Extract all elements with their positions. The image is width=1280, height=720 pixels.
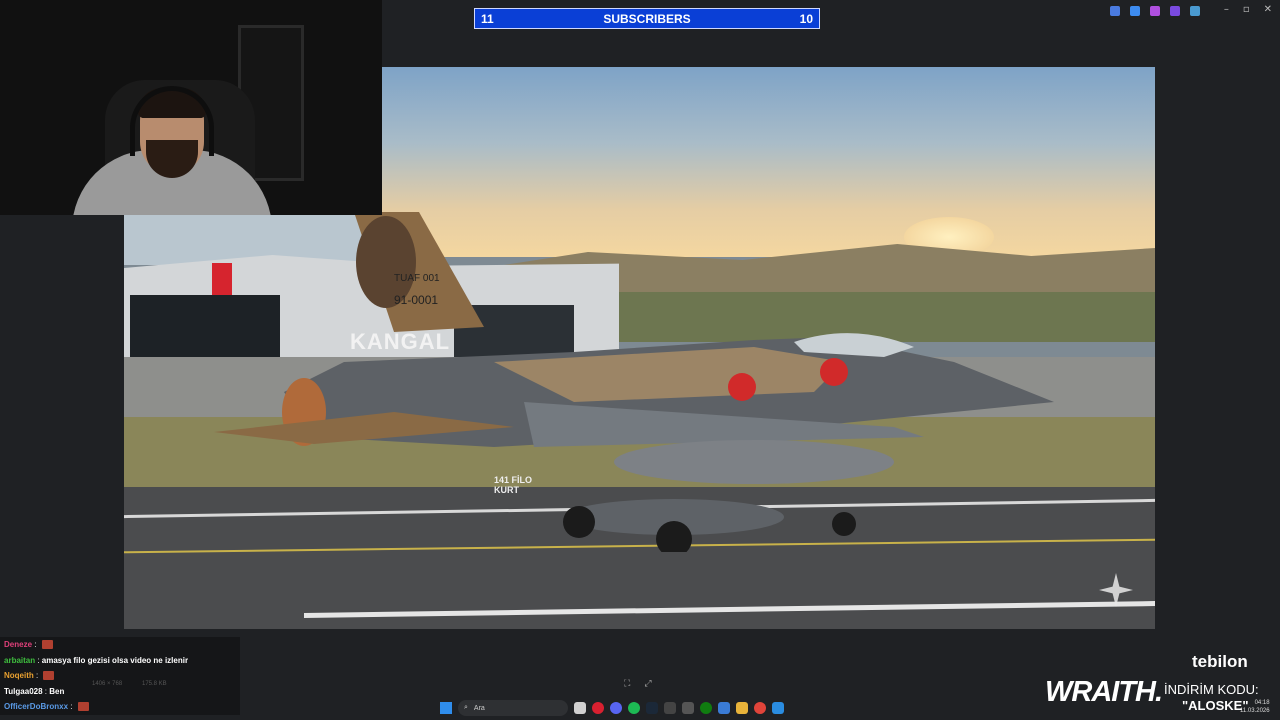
fullscreen-icon[interactable]: ⤢ bbox=[644, 679, 651, 689]
steam-icon[interactable] bbox=[646, 702, 658, 714]
chat-text: Ben bbox=[49, 686, 65, 696]
opera-icon[interactable] bbox=[592, 702, 604, 714]
discount-label: İNDİRİM KODU: bbox=[1164, 682, 1259, 697]
start-button[interactable] bbox=[440, 702, 452, 714]
fit-screen-icon[interactable]: ⛶ bbox=[624, 679, 630, 689]
chat-username: arbaitan bbox=[4, 655, 36, 665]
emote-icon bbox=[41, 640, 53, 650]
app-icon[interactable] bbox=[682, 702, 694, 714]
spotify-icon[interactable] bbox=[628, 702, 640, 714]
taskbar: ⌕ Ara bbox=[440, 698, 784, 718]
image-dimensions: 1406 × 768 bbox=[92, 681, 123, 687]
jet-nose-name: KANGAL bbox=[350, 329, 451, 354]
chat-overlay: Deneze : arbaitan : amasya filo gezisi o… bbox=[0, 637, 240, 715]
window-controls: – ▫ ✕ bbox=[1224, 4, 1272, 15]
squadron-label: 141 FİLO bbox=[494, 475, 533, 485]
discount-code: "ALOSKE" bbox=[1182, 698, 1249, 713]
search-icon: ⌕ bbox=[464, 704, 468, 711]
f16-jet bbox=[214, 212, 1054, 552]
emote-icon bbox=[43, 671, 55, 681]
tray-icons bbox=[1110, 6, 1200, 16]
app-icon[interactable] bbox=[1190, 6, 1200, 16]
tail-serial: 91-0001 bbox=[394, 293, 439, 307]
webcam-overlay bbox=[0, 0, 382, 215]
subscriber-right-count: 10 bbox=[799, 11, 813, 26]
app-icon[interactable] bbox=[1130, 6, 1140, 16]
sponsor-brand-top: tebilon bbox=[1192, 652, 1248, 671]
chat-username: Noqeith bbox=[4, 671, 34, 680]
app-icon[interactable] bbox=[1150, 6, 1160, 16]
chat-message: Deneze : bbox=[0, 637, 240, 653]
chrome-icon[interactable] bbox=[754, 702, 766, 714]
search-placeholder: Ara bbox=[473, 704, 485, 712]
taskbar-search[interactable]: ⌕ Ara bbox=[458, 700, 568, 716]
chat-message: OfficerDoBronxx : bbox=[0, 699, 240, 715]
taskbar-clock[interactable]: 04:18 11.03.2026 bbox=[1240, 699, 1270, 715]
folder-icon[interactable] bbox=[736, 702, 748, 714]
sponsor-brand-main: WRAITH. bbox=[1045, 676, 1163, 708]
app-icon[interactable] bbox=[1110, 6, 1120, 16]
subscriber-title: SUBSCRIBERS bbox=[603, 11, 691, 26]
task-view-icon[interactable] bbox=[574, 702, 586, 714]
close-button[interactable]: ✕ bbox=[1264, 4, 1272, 15]
subscriber-goal-bar: 11 SUBSCRIBERS 10 bbox=[474, 8, 820, 29]
chat-message: arbaitan : amasya filo gezisi olsa video… bbox=[4, 655, 189, 665]
maximize-button[interactable]: ▫ bbox=[1243, 4, 1250, 15]
tail-code: TUAF 001 bbox=[394, 273, 440, 284]
xbox-icon[interactable] bbox=[700, 702, 712, 714]
emote-icon bbox=[77, 702, 89, 712]
squadron-badge: 141 FİLO KURT bbox=[494, 475, 532, 495]
stream-desktop: 11 SUBSCRIBERS 10 – ▫ ✕ KANGAL TUAF 001 … bbox=[0, 0, 1280, 720]
chat-username: Deneze bbox=[4, 640, 33, 649]
chat-username: OfficerDoBronxx bbox=[4, 702, 69, 711]
clock-date: 11.03.2026 bbox=[1240, 708, 1270, 714]
app-icon[interactable] bbox=[718, 702, 730, 714]
discord-icon[interactable] bbox=[610, 702, 622, 714]
app-icon[interactable] bbox=[1170, 6, 1180, 16]
chat-username: Tulgaa028 bbox=[4, 686, 43, 696]
photos-icon[interactable] bbox=[772, 702, 784, 714]
chat-text: amasya filo gezisi olsa video ne izlenir bbox=[41, 655, 189, 665]
viewer-controls: ⛶ ⤢ bbox=[624, 679, 652, 689]
image-file-size: 175.8 KB bbox=[142, 681, 167, 687]
clock-time: 04:18 bbox=[1254, 700, 1270, 706]
subscriber-left-count: 11 bbox=[481, 11, 494, 26]
minimize-button[interactable]: – bbox=[1224, 4, 1229, 15]
squadron-name: KURT bbox=[494, 485, 519, 495]
app-icon[interactable] bbox=[664, 702, 676, 714]
